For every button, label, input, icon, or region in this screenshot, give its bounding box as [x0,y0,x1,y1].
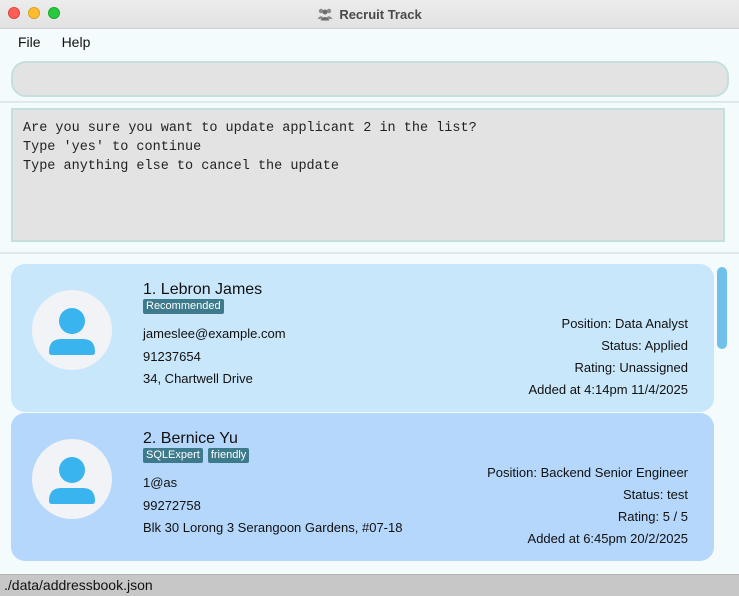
avatar [32,290,112,370]
menu-bar: File Help [0,29,739,55]
tag: SQLExpert [143,448,203,463]
applicant-added-time: Added at 4:14pm 11/4/2025 [528,382,689,397]
applicant-position: Position: Backend Senior Engineer [487,465,688,480]
minimize-icon[interactable] [28,7,40,19]
tag: Recommended [143,299,224,314]
result-display: Are you sure you want to update applican… [11,108,725,242]
applicant-rating: Rating: Unassigned [574,360,688,375]
applicant-email: jameslee@example.com [143,326,286,341]
list-scrollbar[interactable] [717,267,727,349]
result-area: Are you sure you want to update applican… [0,103,739,252]
applicant-address: Blk 30 Lorong 3 Serangoon Gardens, #07-1… [143,520,403,535]
applicant-status: Status: test [622,487,688,502]
command-input[interactable] [11,61,729,97]
applicant-email: 1@as [143,475,178,490]
menu-file[interactable]: File [0,34,53,50]
tag-list: SQLExpert friendly [143,448,250,463]
maximize-icon[interactable] [48,7,60,19]
title-bar: Recruit Track [0,0,739,29]
applicant-rating: Rating: 5 / 5 [617,509,688,524]
applicant-status: Status: Applied [601,338,688,353]
person-avatar-icon [49,457,95,504]
tag: friendly [207,448,250,463]
applicant-card[interactable]: 1. Lebron James Recommended jameslee@exa… [11,264,714,412]
applicant-added-time: Added at 6:45pm 20/2/2025 [527,531,688,546]
window-title: Recruit Track [339,6,422,22]
menu-help[interactable]: Help [53,34,100,50]
command-area [0,55,739,101]
close-icon[interactable] [8,7,20,19]
applicant-card[interactable]: 2. Bernice Yu SQLExpert friendly 1@as 99… [11,413,714,561]
applicant-address: 34, Chartwell Drive [143,371,253,386]
data-file-path: ./data/addressbook.json [4,577,153,593]
avatar [32,439,112,519]
status-bar: ./data/addressbook.json [0,574,739,596]
applicant-name: 1. Lebron James [143,281,263,298]
person-avatar-icon [49,308,95,355]
applicant-position: Position: Data Analyst [561,316,688,331]
window-controls [8,7,60,19]
app-people-icon [317,8,333,21]
applicant-phone: 99272758 [143,498,201,513]
applicant-list: 1. Lebron James Recommended jameslee@exa… [0,254,739,574]
applicant-name: 2. Bernice Yu [143,430,238,447]
applicant-phone: 91237654 [143,349,201,364]
tag-list: Recommended [143,299,224,314]
window-title-group: Recruit Track [317,6,422,22]
